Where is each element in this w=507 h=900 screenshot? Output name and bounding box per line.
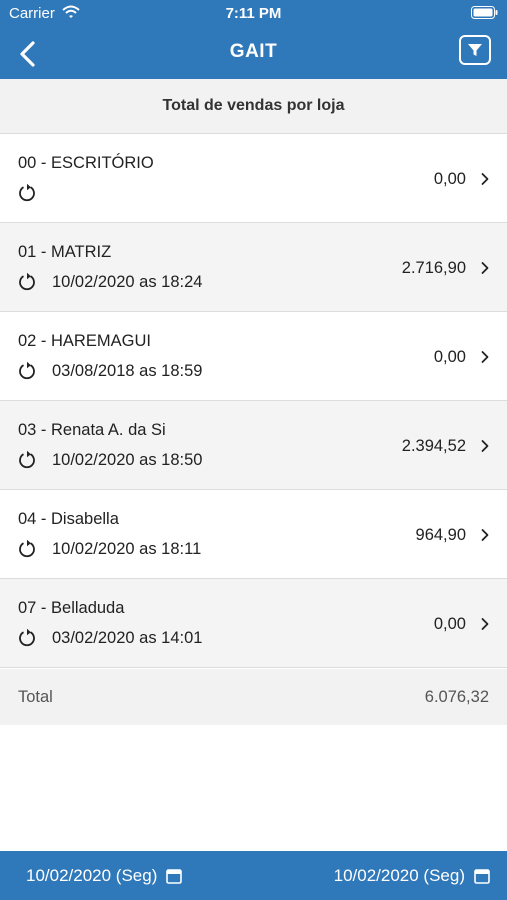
calendar-icon (474, 868, 490, 884)
store-value: 0,00 (433, 615, 466, 633)
chevron-right-icon (481, 440, 489, 452)
sync-icon (19, 539, 35, 558)
sync-icon (19, 628, 35, 647)
top-bar: Carrier 7:11 PM GAIT (0, 0, 507, 79)
store-value: 0,00 (433, 348, 466, 366)
sync-date: 03/02/2020 as 14:01 (52, 629, 203, 647)
store-name: 07 - Belladuda (18, 599, 125, 617)
store-name: 04 - Disabella (18, 510, 119, 528)
store-row[interactable]: 04 - Disabella 10/02/2020 as 18:11 964,9… (0, 490, 507, 579)
total-row: Total 6.076,32 (0, 669, 507, 725)
total-value: 6.076,32 (424, 688, 489, 706)
sync-icon (19, 450, 35, 469)
chevron-right-icon (481, 529, 489, 541)
store-row[interactable]: 01 - MATRIZ 10/02/2020 as 18:24 2.716,90 (0, 223, 507, 312)
filter-icon (468, 44, 482, 56)
store-name: 00 - ESCRITÓRIO (18, 154, 154, 172)
calendar-icon (166, 868, 183, 884)
sync-date: 10/02/2020 as 18:50 (52, 451, 203, 469)
total-label: Total (18, 688, 53, 706)
store-row[interactable]: 00 - ESCRITÓRIO 0,00 (0, 134, 507, 223)
store-name: 01 - MATRIZ (18, 243, 112, 261)
filter-button[interactable] (459, 35, 491, 65)
sync-icon (19, 183, 35, 202)
section-header: Total de vendas por loja (0, 79, 507, 134)
chevron-right-icon (481, 262, 489, 274)
store-row[interactable]: 02 - HAREMAGUI 03/08/2018 as 18:59 0,00 (0, 312, 507, 401)
end-date-picker[interactable]: 10/02/2020 (Seg) (334, 851, 490, 900)
store-value: 2.716,90 (401, 259, 466, 277)
sync-icon (19, 272, 35, 291)
page-title: GAIT (229, 41, 278, 62)
end-date-label: 10/02/2020 (Seg) (333, 865, 465, 885)
store-list: 00 - ESCRITÓRIO 0,00 01 - MATRIZ 10/02/2… (0, 134, 507, 668)
sync-date: 10/02/2020 as 18:24 (52, 273, 203, 291)
store-row[interactable]: 07 - Belladuda 03/02/2020 as 14:01 0,00 (0, 579, 507, 668)
bottom-bar: 10/02/2020 (Seg) 10/02/2020 (Seg) (0, 851, 507, 900)
sync-date: 03/08/2018 as 18:59 (52, 362, 203, 380)
status-time: 7:11 PM (225, 5, 282, 22)
battery-icon (471, 6, 498, 24)
start-date-label: 10/02/2020 (Seg) (26, 865, 158, 885)
store-row[interactable]: 03 - Renata A. da Si 10/02/2020 as 18:50… (0, 401, 507, 490)
chevron-right-icon (481, 618, 489, 630)
store-value: 0,00 (433, 170, 466, 188)
chevron-right-icon (481, 351, 489, 363)
sync-icon (19, 361, 35, 380)
chevron-right-icon (481, 173, 489, 185)
sync-date: 10/02/2020 as 18:11 (52, 540, 202, 558)
store-value: 964,90 (415, 526, 466, 544)
store-name: 02 - HAREMAGUI (18, 332, 151, 350)
store-name: 03 - Renata A. da Si (18, 421, 166, 439)
store-value: 2.394,52 (401, 437, 466, 455)
start-date-picker[interactable]: 10/02/2020 (Seg) (26, 851, 183, 900)
